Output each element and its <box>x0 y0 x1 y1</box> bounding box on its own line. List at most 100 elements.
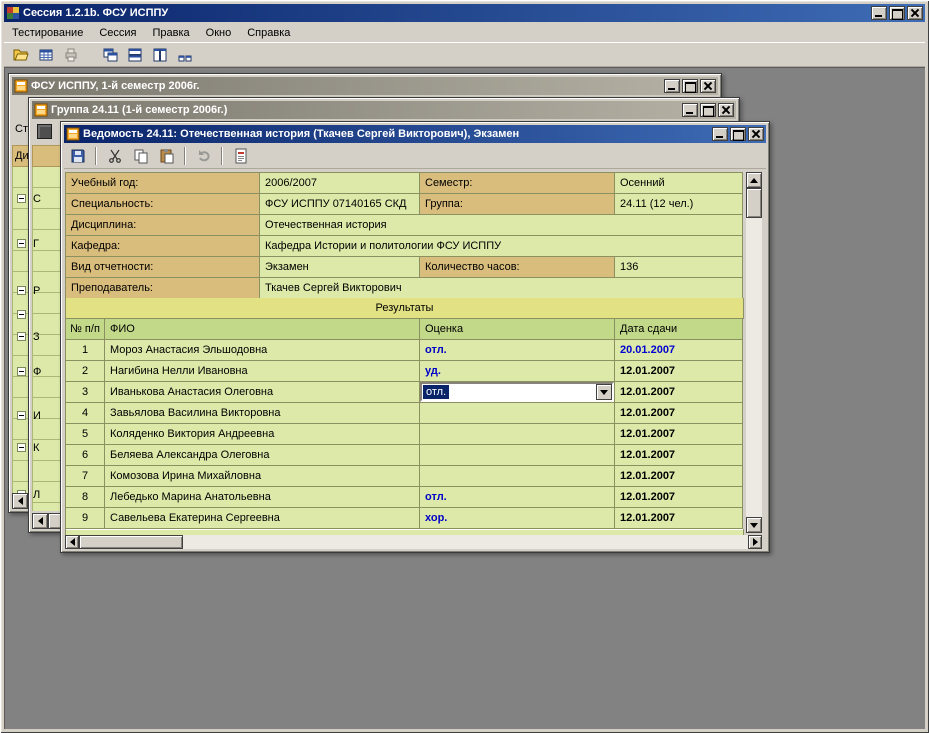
student-name[interactable]: Коляденко Виктория Андреевна <box>105 424 420 445</box>
student-name[interactable]: Иванькова Анастасия Олеговна <box>105 382 420 403</box>
mdi-area: ФСУ ИСППУ, 1-й семестр 2006г. Ст Дис <box>4 67 925 729</box>
grade-cell[interactable]: хор. <box>420 508 615 529</box>
expand-box[interactable] <box>17 239 26 248</box>
maximize-button[interactable] <box>700 103 716 117</box>
grade-combobox[interactable]: отл. <box>420 382 614 402</box>
date-cell[interactable]: 12.01.2007 <box>615 424 743 445</box>
scroll-up-button[interactable] <box>746 172 762 188</box>
grade-cell[interactable] <box>420 424 615 445</box>
main-titlebar[interactable]: Сессия 1.2.1b. ФСУ ИСППУ <box>4 4 925 22</box>
menu-item-help[interactable]: Справка <box>239 24 298 42</box>
scroll-left-button[interactable] <box>12 493 28 509</box>
expand-box[interactable] <box>17 194 26 203</box>
close-button[interactable] <box>718 103 734 117</box>
tree-node-label[interactable]: С <box>33 188 60 210</box>
grade-cell[interactable]: уд. <box>420 361 615 382</box>
arrange-icons-icon[interactable] <box>173 44 196 66</box>
group-titlebar[interactable]: Группа 24.11 (1-й семестр 2006г.) <box>32 101 736 119</box>
tree-node-label[interactable]: Ф <box>33 361 60 383</box>
form-icon <box>66 127 80 141</box>
form-value: 2006/2007 <box>260 173 420 194</box>
menu-item-session[interactable]: Сессия <box>91 24 144 42</box>
semester-titlebar[interactable]: ФСУ ИСППУ, 1-й семестр 2006г. <box>12 77 718 95</box>
form-label: Кафедра: <box>66 236 260 257</box>
expand-box[interactable] <box>17 411 26 420</box>
scroll-down-button[interactable] <box>746 517 762 533</box>
minimize-button[interactable] <box>664 79 680 93</box>
grade-cell-editing[interactable]: отл. отл. хор. уд. неуд. н/доп н/я <box>420 382 615 403</box>
form-icon <box>14 79 28 93</box>
scrollbar-thumb[interactable] <box>79 535 183 549</box>
tree-node-label[interactable]: К <box>33 437 60 459</box>
form-value: Экзамен <box>260 257 420 278</box>
close-button[interactable] <box>700 79 716 93</box>
cut-icon[interactable] <box>103 145 126 167</box>
menu-item-window[interactable]: Окно <box>198 24 240 42</box>
expand-box[interactable] <box>17 286 26 295</box>
student-name[interactable]: Савельева Екатерина Сергеевна <box>105 508 420 529</box>
date-cell[interactable]: 12.01.2007 <box>615 445 743 466</box>
student-name[interactable]: Беляева Александра Олеговна <box>105 445 420 466</box>
scroll-left-button[interactable] <box>32 513 48 529</box>
date-cell[interactable]: 12.01.2007 <box>615 487 743 508</box>
report-icon[interactable] <box>229 145 252 167</box>
tree-node-label[interactable]: Р <box>33 280 60 302</box>
student-name[interactable]: Лебедько Марина Анатольевна <box>105 487 420 508</box>
combobox-dropdown-button[interactable] <box>596 384 612 400</box>
minimize-button[interactable] <box>682 103 698 117</box>
date-cell[interactable]: 12.01.2007 <box>615 466 743 487</box>
vedomost-titlebar[interactable]: Ведомость 24.11: Отечественная история (… <box>64 125 766 143</box>
tree-node-label[interactable]: Л <box>33 484 60 506</box>
close-button[interactable] <box>907 6 923 20</box>
tree-node-label[interactable]: Г <box>33 233 60 255</box>
form-label: Вид отчетности: <box>66 257 260 278</box>
date-cell[interactable]: 12.01.2007 <box>615 403 743 424</box>
student-name[interactable]: Завьялова Василина Викторовна <box>105 403 420 424</box>
tree-node-label[interactable]: З <box>33 326 60 348</box>
tree-node-label[interactable]: И <box>33 405 60 427</box>
tile-vertical-icon[interactable] <box>148 44 171 66</box>
vertical-scrollbar[interactable] <box>746 172 762 533</box>
scrollbar-thumb[interactable] <box>746 188 762 218</box>
minimize-button[interactable] <box>712 127 728 141</box>
student-name[interactable]: Мороз Анастасия Эльшодовна <box>105 340 420 361</box>
minimize-button[interactable] <box>871 6 887 20</box>
application-window: Сессия 1.2.1b. ФСУ ИСППУ Тестирование Се… <box>0 0 929 733</box>
date-cell[interactable]: 12.01.2007 <box>615 382 743 403</box>
expand-box[interactable] <box>17 367 26 376</box>
menu-item-edit[interactable]: Правка <box>144 24 197 42</box>
grade-cell[interactable]: отл. <box>420 340 615 361</box>
maximize-button[interactable] <box>730 127 746 141</box>
save-icon[interactable] <box>66 145 89 167</box>
tile-horizontal-icon[interactable] <box>123 44 146 66</box>
maximize-button[interactable] <box>682 79 698 93</box>
open-folder-icon[interactable] <box>9 44 32 66</box>
expand-box[interactable] <box>17 310 26 319</box>
vedomost-toolbar <box>64 143 766 169</box>
grade-cell[interactable] <box>420 403 615 424</box>
date-cell[interactable]: 20.01.2007 <box>615 340 743 361</box>
student-name[interactable]: Нагибина Нелли Ивановна <box>105 361 420 382</box>
copy-icon[interactable] <box>129 145 152 167</box>
horizontal-scrollbar[interactable] <box>65 535 762 549</box>
grade-cell[interactable]: отл. <box>420 487 615 508</box>
student-name[interactable]: Комозова Ирина Михайловна <box>105 466 420 487</box>
expand-box[interactable] <box>17 443 26 452</box>
scroll-left-button[interactable] <box>65 535 79 549</box>
grid-button-icon[interactable] <box>37 124 52 139</box>
date-cell[interactable]: 12.01.2007 <box>615 361 743 382</box>
form-value: ФСУ ИСППУ 07140165 СКД <box>260 194 420 215</box>
maximize-button[interactable] <box>889 6 905 20</box>
date-cell[interactable]: 12.01.2007 <box>615 508 743 529</box>
grade-cell[interactable] <box>420 445 615 466</box>
cascade-windows-icon[interactable] <box>98 44 121 66</box>
grade-cell[interactable] <box>420 466 615 487</box>
data-table-icon[interactable] <box>34 44 57 66</box>
printer-icon[interactable] <box>59 44 82 66</box>
paste-icon[interactable] <box>155 145 178 167</box>
group-window-title: Группа 24.11 (1-й семестр 2006г.) <box>51 104 679 116</box>
expand-box[interactable] <box>17 332 26 341</box>
close-button[interactable] <box>748 127 764 141</box>
menu-item-testing[interactable]: Тестирование <box>4 24 91 42</box>
scroll-right-button[interactable] <box>748 535 762 549</box>
